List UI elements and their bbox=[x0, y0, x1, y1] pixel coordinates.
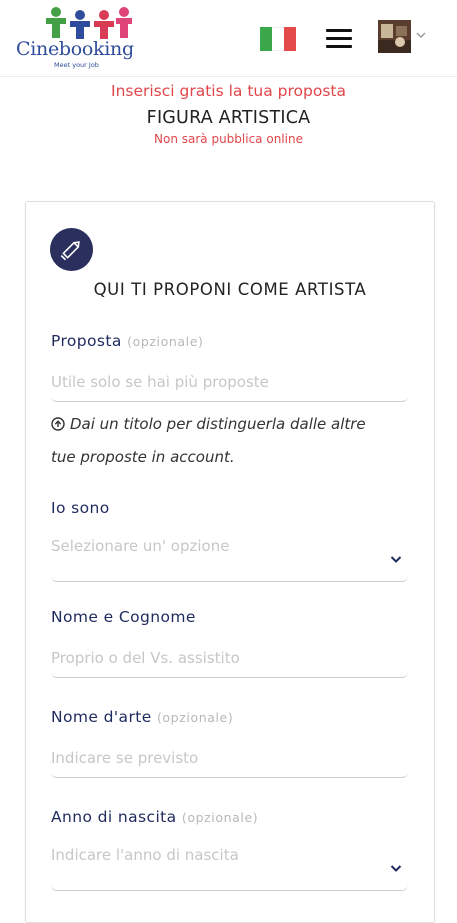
optional-tag: (opzionale) bbox=[156, 710, 234, 725]
anno-nascita-label-text: Anno di nascita bbox=[51, 808, 177, 826]
anno-nascita-select[interactable]: Indicare l'anno di nascita bbox=[51, 842, 408, 891]
privacy-note: Non sarà pubblica online bbox=[154, 132, 303, 146]
logo-tagline: Meet your Job bbox=[54, 61, 99, 69]
top-navbar: Cinebooking Meet your Job bbox=[0, 0, 457, 77]
nome-cognome-label-text: Nome e Cognome bbox=[51, 608, 196, 626]
nome-arte-input[interactable] bbox=[51, 738, 408, 778]
page-title: FIGURA ARTISTICA bbox=[146, 108, 311, 128]
nome-arte-label-text: Nome d'arte bbox=[51, 708, 152, 726]
chevron-down-icon[interactable] bbox=[416, 30, 426, 40]
optional-tag: (opzionale) bbox=[181, 810, 259, 825]
user-avatar[interactable] bbox=[378, 20, 411, 53]
hint-line-2: tue proposte in account. bbox=[51, 448, 235, 466]
intro-headline: Inserisci gratis la tua proposta bbox=[111, 82, 346, 100]
proposta-label: Proposta (opzionale) bbox=[51, 332, 203, 350]
nome-cognome-input[interactable] bbox=[51, 638, 408, 678]
proposta-label-text: Proposta bbox=[51, 332, 122, 350]
logo-figures-icon bbox=[46, 7, 132, 39]
cinebooking-logo[interactable]: Cinebooking Meet your Job bbox=[16, 6, 140, 70]
hint-line-1: Dai un titolo per distinguerla dalle alt… bbox=[70, 415, 366, 433]
anno-nascita-select-value: Indicare l'anno di nascita bbox=[51, 846, 239, 864]
io-sono-label: Io sono bbox=[51, 499, 110, 517]
logo-wordmark: Cinebooking bbox=[16, 38, 134, 60]
italian-flag-icon[interactable] bbox=[260, 27, 296, 51]
intro-section: Inserisci gratis la tua proposta FIGURA … bbox=[0, 80, 457, 146]
nome-arte-label: Nome d'arte (opzionale) bbox=[51, 708, 233, 726]
pencil-icon bbox=[50, 228, 93, 271]
proposta-hint: Dai un titolo per distinguerla dalle alt… bbox=[51, 408, 401, 474]
proposta-input[interactable] bbox=[51, 362, 408, 402]
io-sono-label-text: Io sono bbox=[51, 499, 110, 517]
form-title: QUI TI PROPONI COME ARTISTA bbox=[93, 280, 367, 299]
anno-nascita-label: Anno di nascita (opzionale) bbox=[51, 808, 258, 826]
nome-cognome-label: Nome e Cognome bbox=[51, 608, 196, 626]
proposal-form-card: QUI TI PROPONI COME ARTISTA Proposta (op… bbox=[25, 201, 435, 923]
chevron-down-icon bbox=[390, 865, 402, 872]
io-sono-select-value: Selezionare un' opzione bbox=[51, 537, 230, 555]
info-up-arrow-icon bbox=[51, 417, 65, 431]
chevron-down-icon bbox=[390, 556, 402, 563]
hamburger-menu-icon[interactable] bbox=[326, 29, 352, 49]
io-sono-select[interactable]: Selezionare un' opzione bbox=[51, 533, 408, 582]
avatar-image bbox=[378, 20, 411, 53]
optional-tag: (opzionale) bbox=[127, 334, 204, 349]
